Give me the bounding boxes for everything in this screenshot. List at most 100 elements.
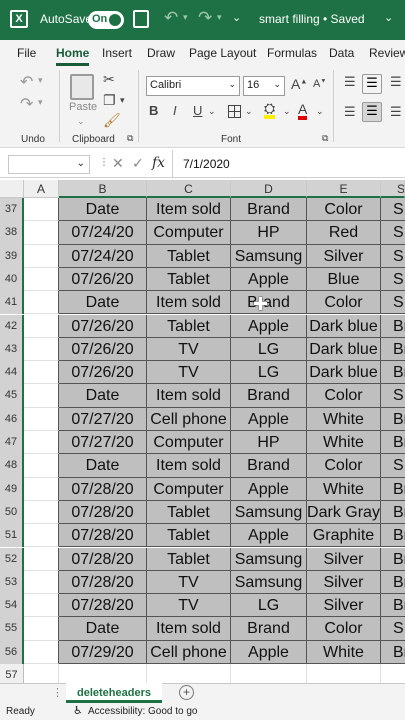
cell-b54[interactable]: 07/28/20 — [59, 594, 147, 618]
copy-icon[interactable]: ❐ — [103, 92, 116, 109]
cell-d56[interactable]: Apple — [231, 640, 307, 664]
customize-toolbar-icon[interactable]: ⌄ — [232, 11, 241, 24]
cell-f40[interactable]: S — [381, 267, 405, 292]
cell-e45[interactable]: Color — [307, 384, 381, 408]
cell-a46[interactable] — [24, 407, 59, 431]
cell-e50[interactable]: Dark Gray — [307, 500, 381, 525]
underline-dropdown-icon[interactable]: ⌄ — [208, 106, 216, 117]
row-header-45[interactable]: 45 — [0, 384, 24, 408]
cell-a51[interactable] — [24, 524, 59, 548]
accessibility-icon[interactable]: ♿ — [73, 704, 83, 717]
cell-d42[interactable]: Apple — [231, 314, 307, 338]
cell-a56[interactable] — [24, 640, 59, 664]
cell-d54[interactable]: LG — [231, 594, 307, 618]
cell-f38[interactable]: S — [381, 221, 405, 245]
row-header-56[interactable]: 56 — [0, 640, 24, 664]
align-center-icon[interactable]: ☰ — [362, 102, 382, 122]
cell-c51[interactable]: Tablet — [147, 524, 231, 548]
cell-b46[interactable]: 07/27/20 — [59, 407, 147, 431]
cell-e39[interactable]: Silver — [307, 244, 381, 268]
cell-a38[interactable] — [24, 221, 59, 245]
cell-e41[interactable]: Color — [307, 291, 381, 315]
cell-a45[interactable] — [24, 384, 59, 408]
font-name-select[interactable]: Calibri ⌄ — [146, 76, 240, 96]
cell-c45[interactable]: Item sold — [147, 384, 231, 408]
decrease-font-size-icon[interactable]: A▼ — [313, 78, 326, 90]
cell-e42[interactable]: Dark blue — [307, 314, 381, 338]
format-painter-icon[interactable]: 🖌 — [103, 112, 121, 129]
column-header-b[interactable]: B — [59, 180, 147, 198]
cell-c38[interactable]: Computer — [147, 221, 231, 245]
cell-a55[interactable] — [24, 617, 59, 641]
cell-f48[interactable]: S — [381, 454, 405, 478]
cell-d45[interactable]: Brand — [231, 384, 307, 408]
row-header-54[interactable]: 54 — [0, 594, 24, 618]
row-header-46[interactable]: 46 — [0, 407, 24, 431]
cell-d51[interactable]: Apple — [231, 524, 307, 548]
cell-a43[interactable] — [24, 337, 59, 362]
italic-icon[interactable]: I — [173, 103, 177, 118]
font-launcher-icon[interactable]: ⧉ — [322, 133, 328, 144]
align-middle-icon[interactable]: ☰ — [362, 74, 382, 94]
increase-font-size-icon[interactable]: A▲ — [291, 76, 307, 92]
cell-a54[interactable] — [24, 594, 59, 618]
fill-color-dropdown-icon[interactable]: ⌄ — [283, 106, 291, 117]
ribbon-undo-icon[interactable]: ↶ — [20, 72, 33, 92]
font-size-select[interactable]: 16 ⌄ — [243, 76, 285, 96]
cell-a49[interactable] — [24, 477, 59, 501]
cell-d55[interactable]: Brand — [231, 617, 307, 641]
cell-b56[interactable]: 07/29/20 — [59, 640, 147, 664]
cell-e49[interactable]: White — [307, 477, 381, 501]
cell-c44[interactable]: TV — [147, 361, 231, 385]
sheet-tab-deleteheaders[interactable]: deleteheaders — [66, 683, 162, 703]
cell-a48[interactable] — [24, 454, 59, 478]
cell-c55[interactable]: Item sold — [147, 617, 231, 641]
cell-b48[interactable]: Date — [59, 454, 147, 478]
cell-d52[interactable]: Samsung — [231, 547, 307, 571]
name-box[interactable]: ⌄ — [8, 155, 90, 174]
file-title[interactable]: smart filling • Saved — [259, 12, 365, 26]
cell-a40[interactable] — [24, 267, 59, 292]
save-icon[interactable] — [133, 10, 149, 28]
underline-icon[interactable]: U — [193, 103, 202, 118]
row-header-38[interactable]: 38 — [0, 221, 24, 245]
row-header-49[interactable]: 49 — [0, 477, 24, 501]
cell-e53[interactable]: Silver — [307, 570, 381, 595]
cell-d38[interactable]: HP — [231, 221, 307, 245]
cell-b47[interactable]: 07/27/20 — [59, 431, 147, 455]
clipboard-launcher-icon[interactable]: ⧉ — [127, 133, 133, 144]
formula-bar-dots-icon[interactable]: ⋮ — [99, 157, 109, 168]
cell-d37[interactable]: Brand — [231, 198, 307, 222]
cell-b43[interactable]: 07/26/20 — [59, 337, 147, 362]
column-header-f[interactable]: S — [381, 180, 405, 198]
ribbon-redo-dropdown-icon[interactable]: ▾ — [38, 97, 43, 108]
title-chevron-icon[interactable]: ⌄ — [384, 11, 393, 24]
cell-d41[interactable]: Brand — [231, 291, 307, 315]
column-header-a[interactable]: A — [24, 180, 59, 198]
borders-icon[interactable] — [228, 105, 241, 118]
cell-c47[interactable]: Computer — [147, 431, 231, 455]
cell-f37[interactable]: S — [381, 198, 405, 222]
cell-f47[interactable]: Br — [381, 431, 405, 455]
cell-a41[interactable] — [24, 291, 59, 315]
cell-e38[interactable]: Red — [307, 221, 381, 245]
column-header-c[interactable]: C — [147, 180, 231, 198]
cell-d39[interactable]: Samsung — [231, 244, 307, 268]
align-left-icon[interactable]: ☰ — [344, 104, 356, 120]
cell-b44[interactable]: 07/26/20 — [59, 361, 147, 385]
row-header-55[interactable]: 55 — [0, 617, 24, 641]
tab-insert[interactable]: Insert — [102, 46, 132, 60]
ribbon-undo-dropdown-icon[interactable]: ▾ — [38, 75, 43, 86]
align-top-icon[interactable]: ☰ — [344, 74, 356, 90]
tab-file[interactable]: File — [17, 46, 36, 60]
redo-icon[interactable]: ↷ — [198, 8, 212, 28]
cell-b51[interactable]: 07/28/20 — [59, 524, 147, 548]
tab-home[interactable]: Home — [56, 46, 89, 60]
cell-e51[interactable]: Graphite — [307, 524, 381, 548]
cell-e48[interactable]: Color — [307, 454, 381, 478]
cell-a42[interactable] — [24, 314, 59, 338]
ribbon-redo-icon[interactable]: ↷ — [20, 94, 33, 114]
tab-page-layout[interactable]: Page Layout — [189, 46, 256, 60]
add-sheet-icon[interactable]: + — [179, 685, 194, 700]
row-header-48[interactable]: 48 — [0, 454, 24, 478]
